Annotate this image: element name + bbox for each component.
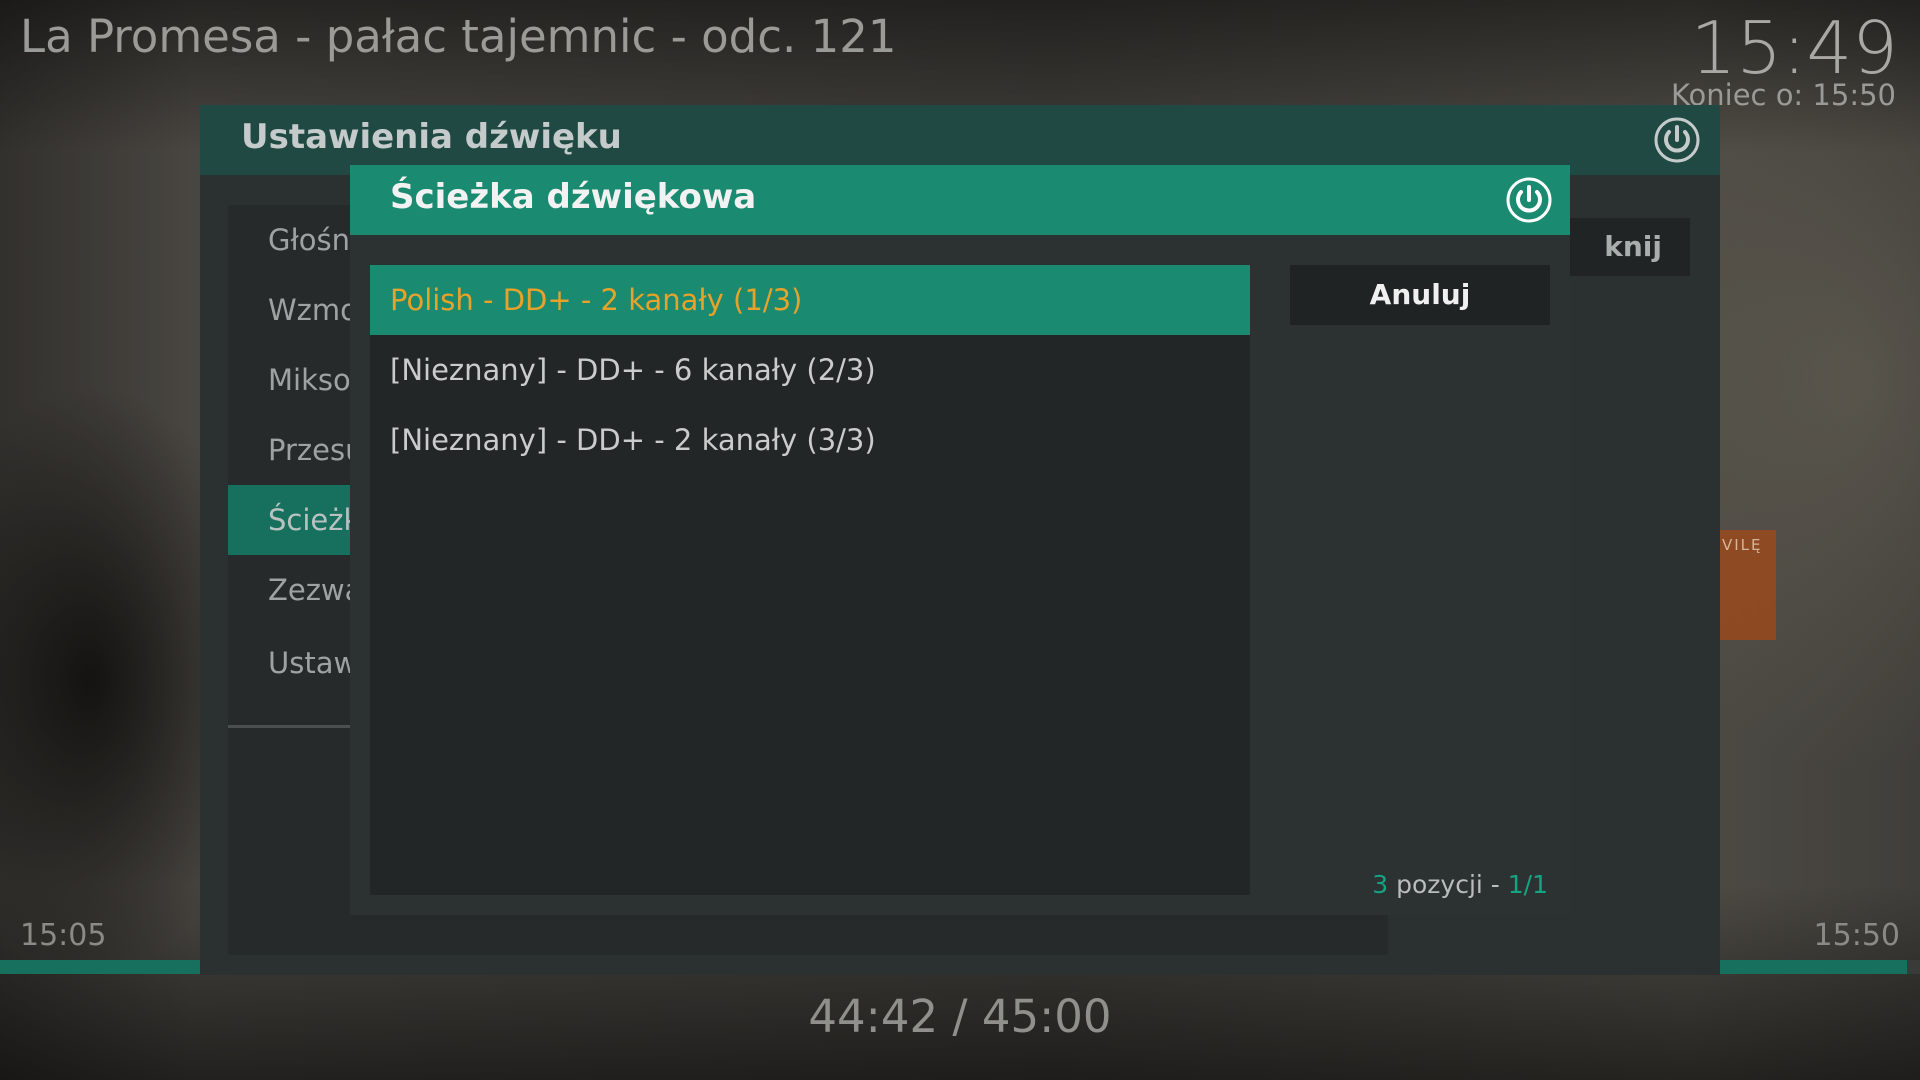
item-count-total: 3 [1372, 870, 1389, 899]
playback-time: 44:42 / 45:00 [808, 990, 1112, 1043]
settings-item-volume[interactable]: Głośność [228, 205, 368, 275]
settings-item-passthrough[interactable]: Zezwalaj [228, 555, 368, 625]
start-time: 15:05 [20, 918, 107, 953]
audio-stream-dialog: Ścieżka dźwiękowa Polish - DD+ - 2 kanał… [350, 165, 1570, 915]
list-item[interactable]: Polish - DD+ - 2 kanały (1/3) [370, 265, 1250, 335]
item-count-text: pozycji - [1388, 870, 1508, 899]
settings-item-amplification[interactable]: Wzmocnienie [228, 275, 368, 345]
dialog-title: Ścieżka dźwiękowa [390, 177, 757, 217]
audio-stream-list: Polish - DD+ - 2 kanały (1/3) [Nieznany]… [370, 265, 1250, 895]
media-title: La Promesa - pałac tajemnic - odc. 121 [20, 10, 897, 63]
settings-item-offset[interactable]: Przesunięcie [228, 415, 368, 485]
audio-settings-title: Ustawienia dźwięku [241, 117, 622, 157]
list-item[interactable]: [Nieznany] - DD+ - 2 kanały (3/3) [370, 405, 1250, 475]
settings-item-settings[interactable]: Ustawienia [228, 628, 368, 698]
item-count: 3 pozycji - 1/1 [1372, 870, 1548, 899]
stop-time: 15:50 [1813, 918, 1900, 953]
settings-divider [228, 725, 368, 728]
audio-stream-header: Ścieżka dźwiękowa [350, 165, 1570, 235]
settings-item-downmix[interactable]: Miksowanie [228, 345, 368, 415]
power-icon[interactable] [1652, 115, 1702, 165]
settings-item-audio-stream[interactable]: Ścieżka [228, 485, 368, 555]
power-icon[interactable] [1504, 175, 1554, 225]
background-poster-text: VILĘ [1722, 536, 1763, 554]
list-item[interactable]: [Nieznany] - DD+ - 6 kanały (2/3) [370, 335, 1250, 405]
cancel-button[interactable]: Anuluj [1290, 265, 1550, 325]
item-count-page: 1/1 [1507, 870, 1548, 899]
